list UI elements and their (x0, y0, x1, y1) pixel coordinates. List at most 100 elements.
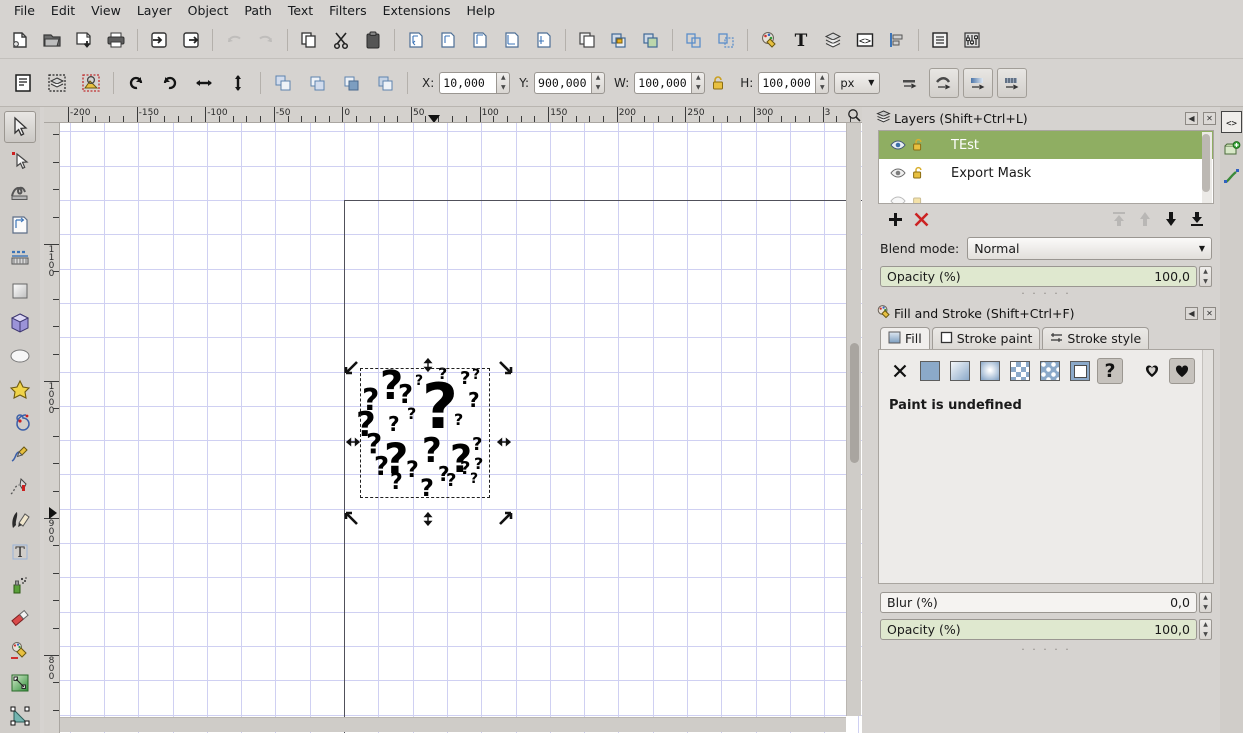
spray-tool[interactable] (4, 569, 36, 601)
layers-list-scrollbar[interactable] (1202, 132, 1212, 203)
vertical-scroll-thumb[interactable] (850, 343, 859, 463)
star-tool[interactable] (4, 373, 36, 405)
save-document-button[interactable] (70, 26, 98, 54)
handle-bottom-right[interactable] (498, 511, 513, 529)
lower-layer-to-bottom-button[interactable] (1184, 207, 1210, 231)
w-spin-buttons[interactable]: ▲ ▼ (691, 71, 706, 94)
text-tool[interactable]: T (4, 537, 36, 569)
zoom-tool[interactable] (4, 242, 36, 274)
pencil-tool[interactable] (4, 438, 36, 470)
text-and-font-button[interactable]: T (787, 26, 815, 54)
no-paint-button[interactable] (887, 358, 913, 384)
ungroup-button[interactable] (637, 26, 665, 54)
raise-button[interactable] (302, 68, 332, 98)
layer-row-export-mask[interactable]: Export Mask (879, 159, 1213, 187)
layer-row-test[interactable]: TEst (879, 131, 1213, 159)
blur-spin-buttons[interactable]: ▲ ▼ (1199, 592, 1212, 613)
handle-mid-right[interactable] (496, 435, 512, 452)
lock-open-icon[interactable] (907, 166, 929, 180)
delete-layer-button[interactable] (908, 207, 934, 231)
zoom-previous-button[interactable] (530, 26, 558, 54)
swatch-button[interactable] (1037, 358, 1063, 384)
y-input[interactable]: 900,000 (534, 71, 592, 94)
blend-mode-dropdown[interactable]: Normal ▼ (967, 237, 1212, 260)
fill-stroke-resize-grip[interactable]: · · · · · (872, 644, 1220, 658)
h-spin-buttons[interactable]: ▲ ▼ (815, 71, 830, 94)
raise-to-top-button[interactable] (268, 68, 298, 98)
w-input[interactable]: 100,000 (634, 71, 692, 94)
zoom-page-width-button[interactable] (498, 26, 526, 54)
drawing-canvas[interactable]: ??????????????????????????? (60, 123, 862, 733)
pattern-button[interactable] (1007, 358, 1033, 384)
h-spinner[interactable]: 100,000 ▲ ▼ (758, 71, 830, 94)
menu-filters[interactable]: Filters (321, 1, 374, 20)
align-and-distribute-button[interactable] (883, 26, 911, 54)
vertical-ruler[interactable]: 1100 1000 900 800 (44, 123, 60, 733)
radial-gradient-button[interactable] (977, 358, 1003, 384)
xml-editor-dock-icon[interactable]: <> (1221, 111, 1242, 133)
layer-opacity-slider[interactable]: Opacity (%) 100,0 (880, 266, 1197, 287)
copy-button[interactable] (295, 26, 323, 54)
spiral-tool[interactable] (4, 406, 36, 438)
lower-button[interactable] (336, 68, 366, 98)
duplicate-button[interactable] (573, 26, 601, 54)
x-spinner[interactable]: 10,000 ▲ ▼ (439, 71, 511, 94)
w-spinner[interactable]: 100,000 ▲ ▼ (634, 71, 706, 94)
node-tool[interactable] (4, 144, 36, 176)
flip-horizontal-button[interactable] (189, 68, 219, 98)
layers-dialog-button[interactable] (819, 26, 847, 54)
object-opacity-slider[interactable]: Opacity (%) 100,0 (880, 619, 1197, 640)
rotate-cw-button[interactable] (155, 68, 185, 98)
zoom-page-button[interactable] (466, 26, 494, 54)
cut-button[interactable] (327, 26, 355, 54)
unlink-clone-button[interactable] (712, 26, 740, 54)
paste-button[interactable] (359, 26, 387, 54)
evenodd-fill-rule-button[interactable] (1139, 358, 1165, 384)
eye-visible-icon[interactable] (889, 195, 907, 203)
menu-object[interactable]: Object (180, 1, 237, 20)
fill-and-stroke-button[interactable] (755, 26, 783, 54)
rectangle-tool[interactable] (4, 275, 36, 307)
select-all-button[interactable] (8, 68, 38, 98)
blur-slider[interactable]: Blur (%) 0,0 (880, 592, 1197, 613)
canvas-horizontal-scrollbar[interactable] (60, 717, 846, 732)
lock-ratio-button[interactable] (705, 75, 731, 91)
affect-patterns-button[interactable] (997, 67, 1028, 98)
tab-stroke-paint[interactable]: Stroke paint (931, 327, 1041, 349)
layer-row-partial[interactable] (879, 187, 1213, 203)
layers-dock-icon[interactable] (1221, 138, 1242, 160)
calligraphy-tool[interactable] (4, 504, 36, 536)
handle-bottom-center[interactable] (421, 511, 435, 529)
zoom-drawing-button[interactable] (434, 26, 462, 54)
raise-layer-button[interactable] (1132, 207, 1158, 231)
tweak-tool[interactable] (4, 176, 36, 208)
object-opacity-spin-buttons[interactable]: ▲ ▼ (1199, 619, 1212, 640)
handle-top-center[interactable] (421, 357, 435, 375)
linear-gradient-button[interactable] (947, 358, 973, 384)
layer-opacity-spin-buttons[interactable]: ▲ ▼ (1199, 266, 1212, 287)
lock-open-icon[interactable] (907, 194, 929, 203)
handle-top-right[interactable] (498, 360, 513, 378)
export-button[interactable] (177, 26, 205, 54)
preferences-button[interactable] (958, 26, 986, 54)
lower-layer-button[interactable] (1158, 207, 1184, 231)
rotate-ccw-button[interactable] (121, 68, 151, 98)
layers-collapse-icon[interactable]: ◀ (1185, 111, 1198, 125)
menu-extensions[interactable]: Extensions (375, 1, 459, 20)
pen-tool[interactable] (4, 471, 36, 503)
raise-layer-to-top-button[interactable] (1106, 207, 1132, 231)
undefined-paint-button[interactable]: ? (1097, 358, 1123, 384)
lock-open-icon[interactable] (907, 138, 929, 152)
document-properties-button[interactable] (926, 26, 954, 54)
group-button[interactable] (605, 26, 633, 54)
unknown-paint-button[interactable] (1067, 358, 1093, 384)
handle-top-left[interactable] (344, 360, 359, 378)
affect-gradients-button[interactable] (963, 67, 994, 98)
undo-button[interactable] (220, 26, 248, 54)
y-spin-buttons[interactable]: ▲ ▼ (591, 71, 606, 94)
eye-visible-icon[interactable] (889, 167, 907, 179)
fill-body-scrollbar[interactable] (1202, 350, 1213, 583)
zoom-selection-button[interactable] (402, 26, 430, 54)
y-spinner[interactable]: 900,000 ▲ ▼ (534, 71, 606, 94)
flip-vertical-button[interactable] (223, 68, 253, 98)
